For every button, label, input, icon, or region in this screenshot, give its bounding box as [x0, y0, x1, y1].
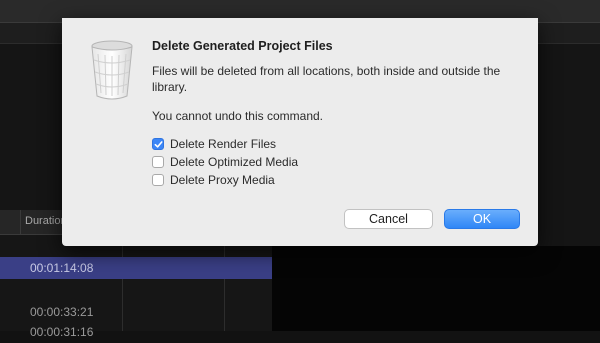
duration-cell: 00:00:31:16: [30, 325, 94, 339]
delete-optimized-media-option[interactable]: Delete Optimized Media: [152, 154, 298, 170]
duration-column-header[interactable]: Duration: [25, 215, 67, 227]
column-divider[interactable]: [20, 210, 21, 234]
delete-proxy-media-checkbox[interactable]: [152, 174, 164, 186]
checkmark-icon: [154, 140, 163, 148]
trash-icon: [91, 40, 133, 100]
checkbox-label: Delete Proxy Media: [170, 173, 275, 187]
delete-optimized-media-checkbox[interactable]: [152, 156, 164, 168]
dialog-title: Delete Generated Project Files: [152, 39, 333, 53]
duration-cell: 00:01:14:08: [30, 261, 94, 275]
table-row[interactable]: 00:01:14:08: [0, 257, 272, 279]
delete-render-files-checkbox[interactable]: [152, 138, 164, 150]
duration-cell: 00:00:33:21: [30, 305, 94, 319]
delete-render-files-option[interactable]: Delete Render Files: [152, 136, 276, 152]
ok-button[interactable]: OK: [444, 209, 520, 229]
delete-project-files-dialog: Delete Generated Project Files Files wil…: [62, 18, 538, 246]
cancel-button[interactable]: Cancel: [344, 209, 433, 229]
undo-warning: You cannot undo this command.: [152, 109, 324, 123]
viewer-panel: [272, 246, 600, 331]
dialog-message: Files will be deleted from all locations…: [152, 64, 501, 94]
delete-proxy-media-option[interactable]: Delete Proxy Media: [152, 172, 275, 188]
checkbox-label: Delete Optimized Media: [170, 155, 299, 169]
checkbox-label: Delete Render Files: [170, 137, 277, 151]
table-row[interactable]: 00:00:31:16: [0, 321, 272, 343]
table-row[interactable]: 00:00:33:21: [0, 301, 272, 323]
